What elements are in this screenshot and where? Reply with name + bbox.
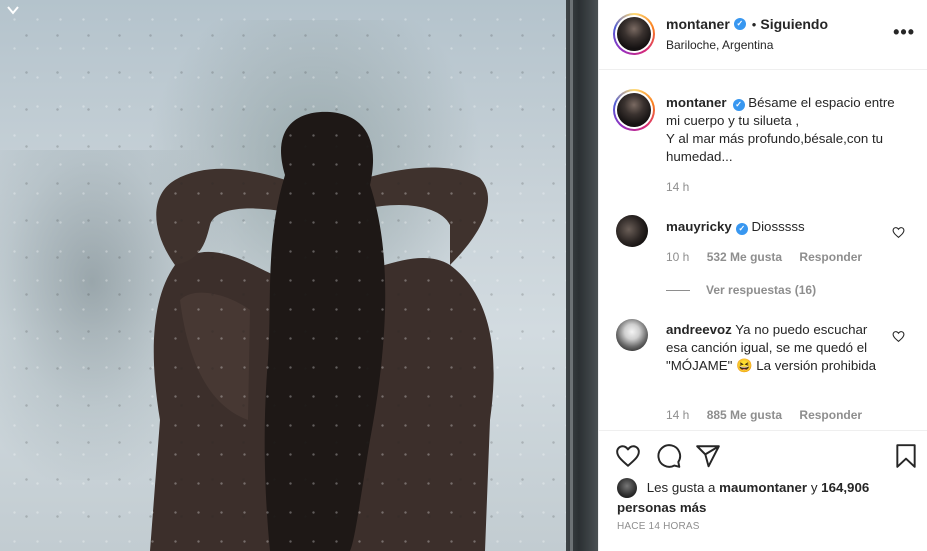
comment-like-heart-icon[interactable] [892, 330, 905, 343]
post-actions: Les gusta a maumontaner y 164,906 person… [599, 430, 927, 551]
bookmark-icon[interactable] [893, 443, 919, 469]
view-replies-label: Ver respuestas (16) [706, 283, 817, 297]
post-image[interactable] [0, 0, 598, 551]
separator-dot: • [751, 16, 757, 32]
verified-badge-icon: ✓ [733, 18, 746, 30]
caption: montaner ✓ Bésame el espacio entre mi cue… [666, 94, 906, 166]
comment-time[interactable]: 14 h [666, 408, 689, 422]
comment-likes[interactable]: 532 Me gusta [707, 250, 782, 264]
post-sidebar: montaner ✓ • Siguiendo Bariloche, Argent… [598, 0, 927, 551]
image-menu-icon[interactable] [6, 4, 20, 18]
reply-button[interactable]: Responder [799, 408, 862, 422]
paper-plane-icon[interactable] [695, 443, 721, 469]
comment-text: Diosssss [751, 219, 805, 234]
likes-prefix: Les gusta a [646, 480, 716, 495]
comment-meta: 10 h 532 Me gusta Responder [666, 250, 876, 264]
post-timestamp[interactable]: HACE 14 HORAS [617, 521, 700, 532]
verified-badge-icon: ✓ [732, 99, 745, 111]
caption-username[interactable]: montaner [666, 95, 727, 110]
replies-line [666, 289, 690, 291]
comment-body: andreevoz Ya no puedo escuchar esa canci… [666, 321, 886, 375]
comment-username[interactable]: mauyricky [666, 219, 732, 234]
heart-icon[interactable] [615, 443, 641, 469]
comment-like-heart-icon[interactable] [892, 226, 905, 239]
reply-button[interactable]: Responder [799, 250, 862, 264]
verified-badge-icon: ✓ [735, 223, 748, 235]
post-header: montaner ✓ • Siguiendo Bariloche, Argent… [599, 0, 927, 70]
window-frame [566, 0, 598, 551]
comment-time[interactable]: 10 h [666, 250, 689, 264]
comment-bubble-icon[interactable] [656, 443, 682, 469]
location-link[interactable]: Bariloche, Argentina [666, 38, 773, 52]
more-options-icon[interactable]: ••• [893, 22, 915, 43]
comment-meta: 14 h 885 Me gusta Responder [666, 408, 876, 422]
author-line: montaner ✓ • Siguiendo [666, 16, 828, 32]
likes-summary: Les gusta a maumontaner y 164,906 person… [617, 478, 917, 517]
water-drops [0, 0, 566, 551]
comment-avatar[interactable] [616, 215, 648, 247]
liker-username[interactable]: maumontaner [719, 480, 807, 495]
comment-avatar[interactable] [616, 319, 648, 351]
comment-body: mauyricky ✓ Diosssss [666, 218, 886, 236]
likes-conjunction: y [810, 480, 818, 495]
author-username[interactable]: montaner [666, 16, 730, 32]
following-button[interactable]: Siguiendo [760, 16, 828, 32]
caption-time[interactable]: 14 h [666, 180, 689, 194]
liker-avatar[interactable] [617, 478, 637, 499]
view-replies-button[interactable]: Ver respuestas (16) [666, 283, 816, 297]
comment-username[interactable]: andreevoz [666, 322, 732, 337]
comments-section: montaner ✓ Bésame el espacio entre mi cue… [599, 71, 927, 429]
comment-likes[interactable]: 885 Me gusta [707, 408, 782, 422]
author-avatar[interactable] [613, 13, 655, 55]
caption-avatar[interactable] [613, 89, 655, 131]
